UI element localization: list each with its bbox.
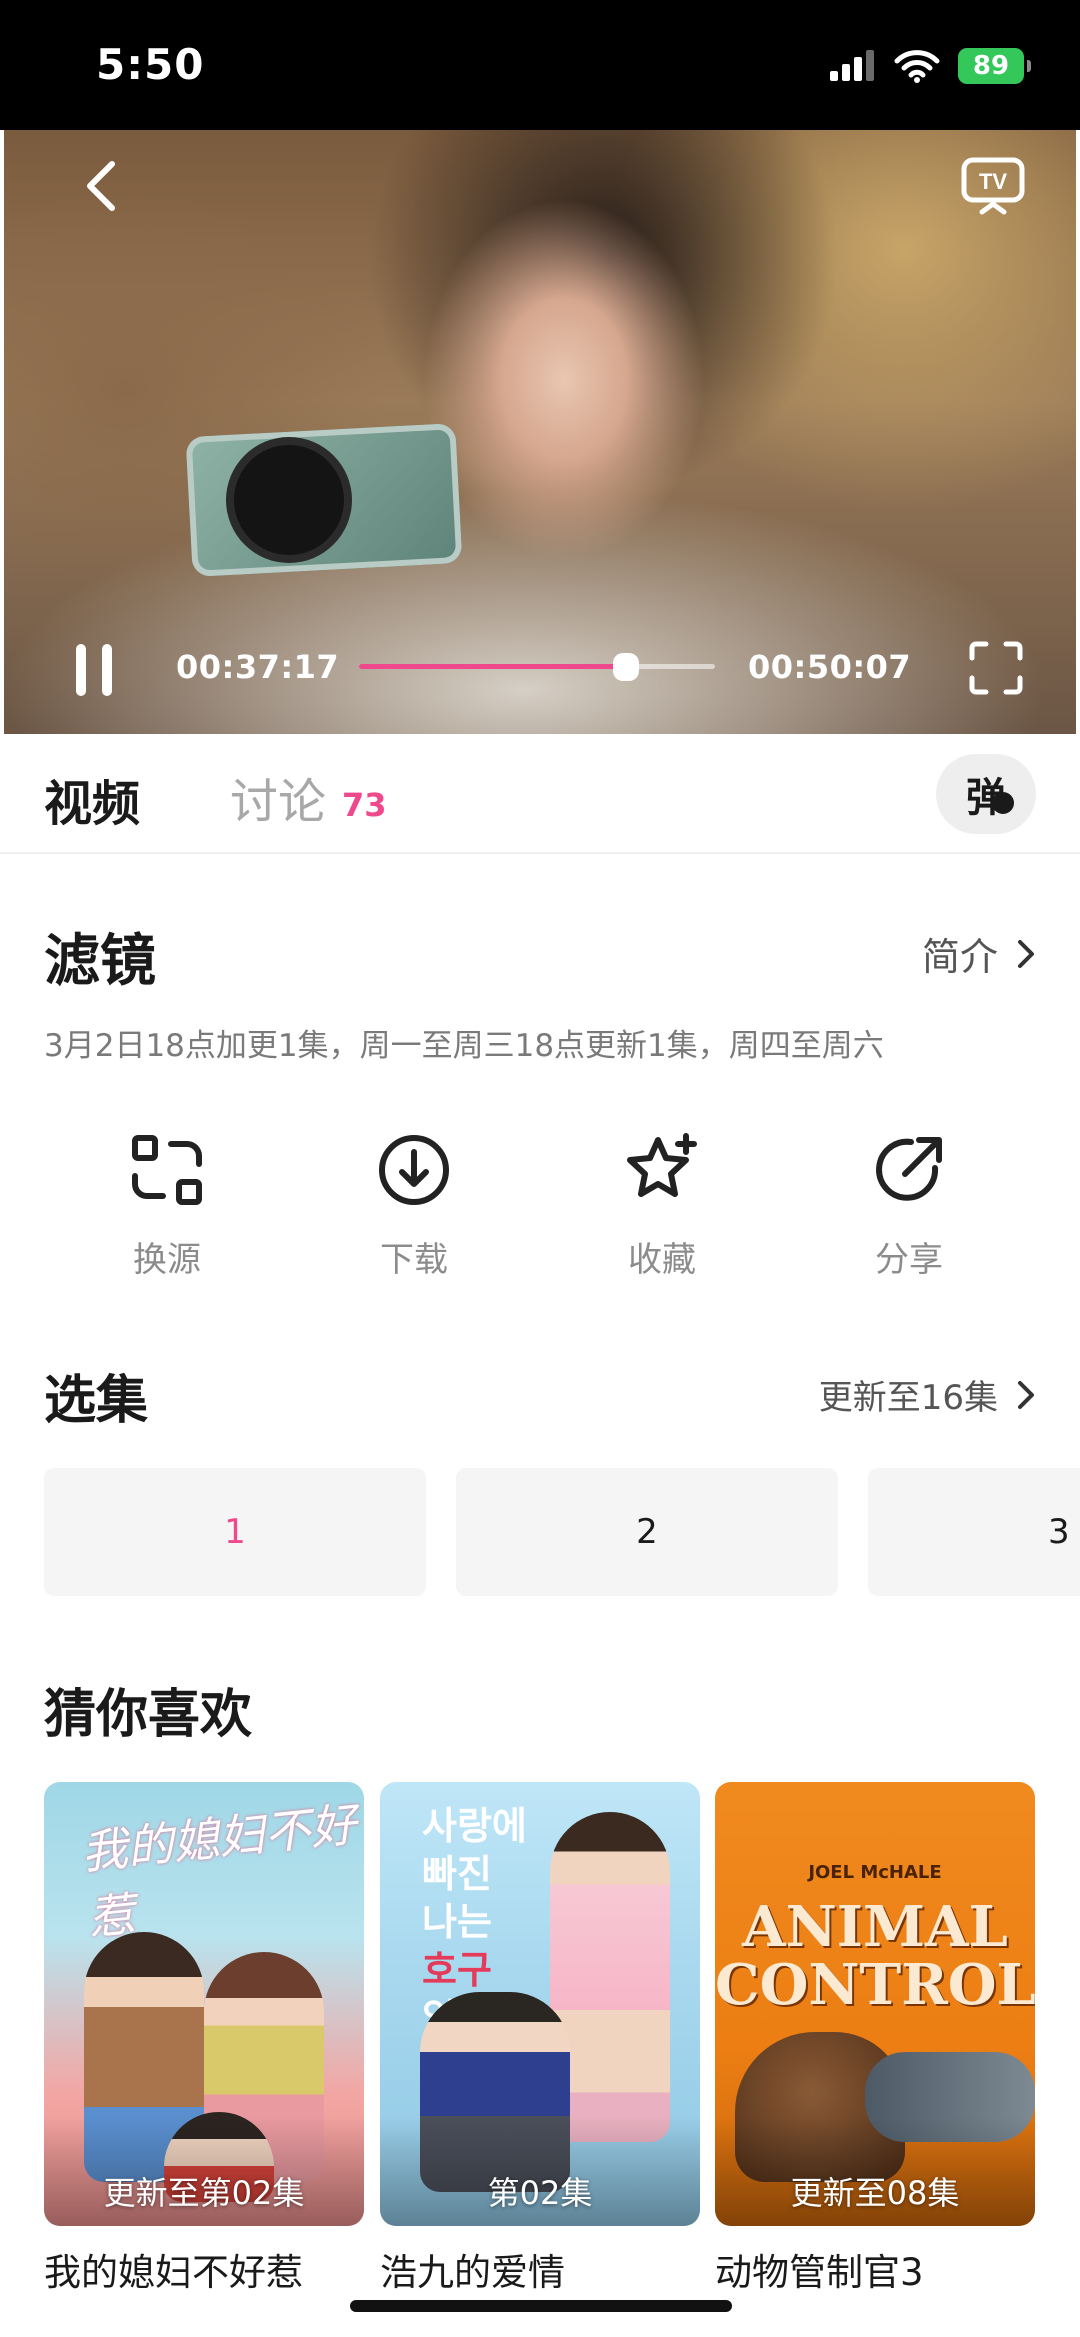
chevron-right-icon — [1018, 939, 1034, 968]
recommend-card[interactable]: 사랑에 빠진 나는 호구 입니다 第02集 浩九的爱情 — [380, 1782, 700, 2296]
pause-icon-bar — [102, 644, 112, 696]
recommend-card[interactable]: 我的媳妇不好惹 更新至第02集 我的媳妇不好惹 — [44, 1782, 364, 2296]
share-icon — [876, 1137, 942, 1201]
recommend-heading: 猜你喜欢 — [44, 1685, 253, 1745]
cast-tv-icon[interactable]: TV — [960, 156, 1026, 216]
switch-source-icon — [132, 1135, 202, 1205]
download-icon — [379, 1135, 449, 1205]
video-player[interactable]: TV 00:37:17 00:50:07 — [4, 130, 1076, 734]
episode-badge: 更新至第02集 — [103, 2174, 305, 2212]
wifi-icon — [894, 50, 940, 83]
video-frame-detail-lens — [234, 445, 344, 555]
switch-source-button[interactable]: 换源 — [87, 1130, 247, 1281]
progress-bar[interactable] — [359, 653, 715, 681]
discuss-count-badge: 73 — [342, 786, 387, 824]
poster-image: JOEL McHALE ANIMAL CONTROL 更新至08集 — [715, 1782, 1035, 2226]
poster-image: 我的媳妇不好惹 更新至第02集 — [44, 1782, 364, 2226]
progress-fill — [359, 664, 626, 669]
status-time: 5:50 — [96, 40, 205, 89]
poster-line: 사랑에 — [422, 1804, 527, 1848]
danmu-off-icon — [992, 792, 1014, 814]
intro-link[interactable]: 简介 — [922, 926, 1036, 981]
content-tabs: 视频 讨论 73 弹 — [0, 734, 1080, 854]
fullscreen-icon[interactable] — [966, 638, 1026, 698]
switch-source-label: 换源 — [133, 1240, 201, 1280]
danmu-toggle-button[interactable]: 弹 — [936, 754, 1036, 834]
status-icons: 89 — [828, 48, 1031, 84]
poster-title-art: ANIMAL CONTROL — [715, 1894, 1035, 2018]
episodes-heading: 选集 — [44, 1371, 149, 1431]
progress-thumb[interactable] — [613, 653, 639, 681]
episodes-more-label: 更新至16集 — [818, 1378, 998, 1418]
pause-button[interactable] — [64, 640, 124, 700]
chevron-right-icon — [1018, 1380, 1034, 1409]
status-bar: 5:50 89 — [0, 0, 1080, 130]
home-indicator[interactable] — [350, 2300, 732, 2312]
back-button[interactable] — [72, 156, 132, 216]
recommend-title: 浩九的爱情 — [380, 2251, 565, 2294]
episode-badge: 第02集 — [487, 2174, 593, 2212]
tab-discuss[interactable]: 讨论 — [230, 762, 326, 832]
episode-item[interactable]: 1 — [44, 1468, 426, 1596]
tab-video[interactable]: 视频 — [44, 764, 140, 834]
poster-image: 사랑에 빠진 나는 호구 입니다 第02集 — [380, 1782, 700, 2226]
favorite-star-icon — [627, 1133, 697, 1197]
show-title: 滤镜 — [44, 929, 156, 994]
total-time: 00:50:07 — [748, 648, 912, 686]
recommend-card[interactable]: JOEL McHALE ANIMAL CONTROL 更新至08集 动物管制官3 — [715, 1782, 1035, 2296]
update-schedule: 3月2日18点加更1集，周一至周三18点更新1集，周四至周六 — [44, 1028, 884, 1064]
poster-line: 호구 — [422, 1948, 492, 1992]
action-row: 换源 下载 收藏 分享 — [0, 1130, 1080, 1290]
svg-text:TV: TV — [979, 169, 1007, 194]
chevron-left-icon — [87, 161, 115, 211]
favorite-button[interactable]: 收藏 — [582, 1130, 742, 1281]
recommend-title: 动物管制官3 — [715, 2251, 924, 2294]
cellular-signal-icon — [830, 50, 874, 81]
poster-title-art: 我的媳妇不好惹 — [78, 1797, 359, 1946]
download-button[interactable]: 下载 — [334, 1130, 494, 1281]
intro-label: 简介 — [921, 935, 998, 979]
poster-line: 나는 — [422, 1900, 492, 1944]
share-label: 分享 — [875, 1240, 943, 1280]
recommend-title: 我的媳妇不好惹 — [44, 2251, 303, 2294]
episode-item[interactable]: 3 — [868, 1468, 1080, 1596]
battery-level: 89 — [972, 51, 1010, 81]
battery-indicator: 89 — [958, 48, 1031, 84]
poster-line: 빠진 — [422, 1852, 492, 1896]
favorite-label: 收藏 — [628, 1240, 696, 1280]
current-time: 00:37:17 — [176, 648, 340, 686]
episode-item[interactable]: 2 — [456, 1468, 838, 1596]
pause-icon-bar — [76, 644, 86, 696]
download-label: 下载 — [380, 1240, 448, 1280]
episodes-more-link[interactable]: 更新至16集 — [819, 1370, 1036, 1419]
episode-badge: 更新至08集 — [790, 2174, 960, 2212]
share-button[interactable]: 分享 — [829, 1130, 989, 1281]
poster-credit: JOEL McHALE — [808, 1862, 942, 1883]
